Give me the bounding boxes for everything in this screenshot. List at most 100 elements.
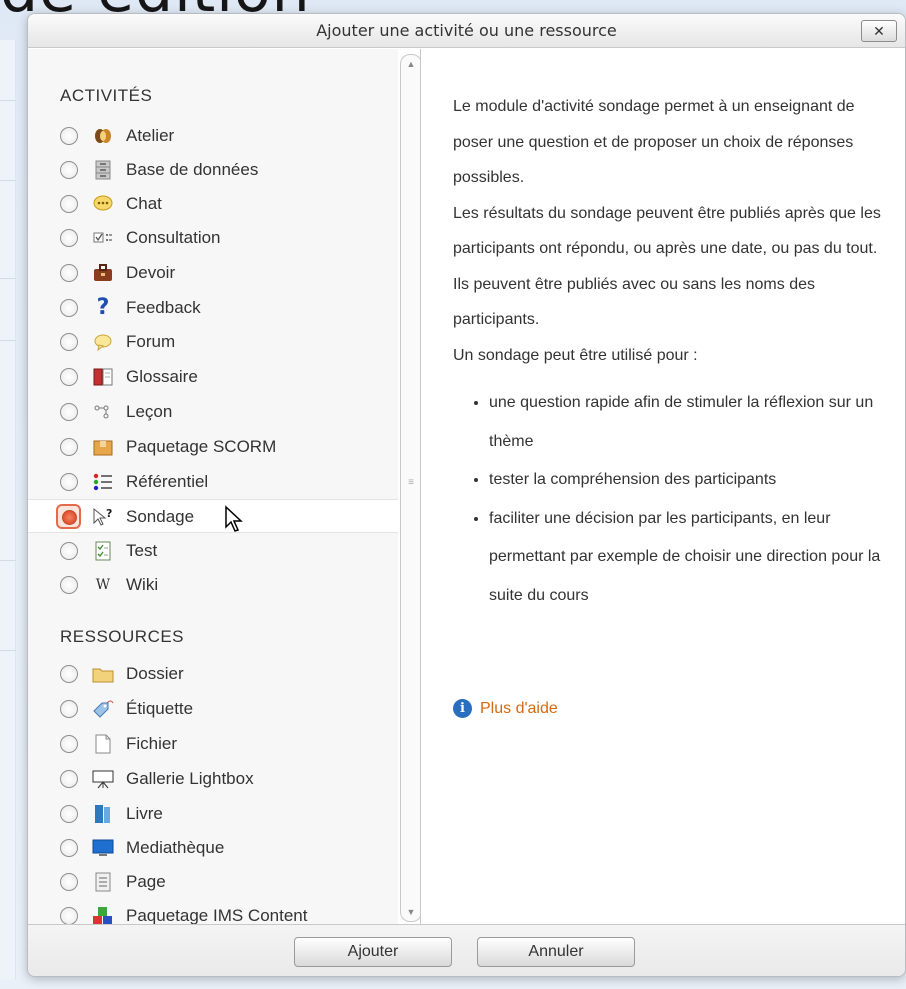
module-option-gallerie-lightbox[interactable]: Gallerie Lightbox	[28, 762, 398, 796]
glossary-icon	[92, 366, 114, 388]
quiz-icon	[92, 540, 114, 562]
radio-button[interactable]	[60, 403, 78, 421]
module-label: Glossaire	[126, 367, 198, 386]
module-label: Dossier	[126, 664, 184, 683]
description-usage-intro: Un sondage peut être utilisé pour :	[453, 346, 698, 364]
add-button[interactable]: Ajouter	[294, 937, 452, 967]
module-option-chat[interactable]: Chat	[28, 187, 398, 221]
info-icon: i	[453, 699, 472, 718]
module-label: Livre	[126, 804, 163, 823]
assignment-icon	[92, 262, 114, 284]
module-list-scrollbar[interactable]: ▲ ≡ ▼	[400, 54, 422, 922]
radio-button[interactable]	[60, 368, 78, 386]
module-option-ims-content[interactable]: Paquetage IMS Content	[28, 899, 398, 924]
module-description: Le module d'activité sondage permet à un…	[453, 89, 893, 615]
radio-button[interactable]	[60, 665, 78, 683]
module-option-mediatheque[interactable]: Mediathèque	[28, 831, 398, 865]
module-option-fichier[interactable]: Fichier	[28, 727, 398, 761]
module-option-glossaire[interactable]: Glossaire	[28, 360, 398, 394]
radio-button[interactable]	[60, 873, 78, 891]
module-label: Devoir	[126, 263, 176, 282]
module-label: Paquetage IMS Content	[126, 906, 308, 924]
module-option-feedback[interactable]: ? Feedback	[28, 291, 398, 325]
module-option-consultation[interactable]: Consultation	[28, 221, 398, 255]
media-library-icon	[92, 837, 114, 859]
file-icon	[92, 733, 114, 755]
module-label: Étiquette	[126, 699, 194, 718]
module-list: ACTIVITÉS Atelier Base de données Chat C…	[28, 49, 398, 924]
module-option-atelier[interactable]: Atelier	[28, 119, 398, 153]
label-icon	[92, 698, 114, 720]
radio-button[interactable]	[60, 700, 78, 718]
usage-list: une question rapide afin de stimuler la …	[453, 384, 893, 615]
module-label: Fichier	[126, 734, 178, 753]
radio-button[interactable]	[60, 907, 78, 924]
module-option-devoir[interactable]: Devoir	[28, 256, 398, 290]
module-label: Page	[126, 872, 166, 891]
module-label: Atelier	[126, 126, 175, 145]
description-details: Les résultats du sondage peuvent être pu…	[453, 204, 881, 329]
module-option-test[interactable]: Test	[28, 534, 398, 568]
wiki-icon: W	[95, 577, 111, 593]
svg-text:?: ?	[106, 507, 112, 520]
usage-list-item: une question rapide afin de stimuler la …	[489, 384, 893, 461]
module-label: Gallerie Lightbox	[126, 769, 254, 788]
scroll-up-arrow-icon[interactable]: ▲	[401, 57, 421, 71]
module-option-dossier[interactable]: Dossier	[28, 657, 398, 691]
close-button[interactable]: ✕	[861, 20, 897, 42]
radio-button[interactable]	[60, 299, 78, 317]
choice-icon: ?	[92, 506, 114, 528]
background-page-strip	[0, 40, 16, 980]
radio-button[interactable]	[60, 473, 78, 491]
module-label: Base de données	[126, 160, 259, 179]
scroll-down-arrow-icon[interactable]: ▼	[401, 905, 421, 919]
radio-button[interactable]	[60, 542, 78, 560]
radio-button[interactable]	[60, 438, 78, 456]
module-label: Feedback	[126, 298, 201, 317]
module-option-forum[interactable]: Forum	[28, 325, 398, 359]
more-help-link[interactable]: i Plus d'aide	[453, 699, 558, 718]
module-option-lecon[interactable]: Leçon	[28, 395, 398, 429]
module-option-sondage[interactable]: ? Sondage	[28, 499, 398, 533]
radio-button[interactable]	[60, 161, 78, 179]
workshop-icon	[92, 125, 114, 147]
module-label: Forum	[126, 332, 176, 351]
folder-icon	[92, 663, 114, 685]
cancel-button[interactable]: Annuler	[477, 937, 635, 967]
add-activity-dialog: Ajouter une activité ou une ressource ✕ …	[27, 13, 906, 977]
description-intro: Le module d'activité sondage permet à un…	[453, 98, 855, 186]
activities-section-label: ACTIVITÉS	[60, 86, 153, 105]
dialog-header: Ajouter une activité ou une ressource ✕	[28, 14, 905, 48]
module-option-page[interactable]: Page	[28, 865, 398, 899]
radio-button[interactable]	[60, 333, 78, 351]
module-option-referentiel[interactable]: Référentiel	[28, 465, 398, 499]
radio-button[interactable]	[60, 805, 78, 823]
module-option-etiquette[interactable]: Étiquette	[28, 692, 398, 726]
radio-button[interactable]	[60, 576, 78, 594]
module-label: Référentiel	[126, 472, 209, 491]
database-icon	[92, 159, 114, 181]
resources-section-label: RESSOURCES	[60, 627, 185, 646]
radio-button[interactable]	[60, 735, 78, 753]
module-label: Consultation	[126, 228, 221, 247]
radio-button[interactable]	[60, 127, 78, 145]
module-option-wiki[interactable]: W Wiki	[28, 568, 398, 602]
referential-icon	[92, 471, 114, 493]
module-label: Chat	[126, 194, 162, 213]
more-help-label[interactable]: Plus d'aide	[480, 700, 558, 718]
ims-package-icon	[92, 905, 114, 924]
module-option-database[interactable]: Base de données	[28, 153, 398, 187]
module-label: Paquetage SCORM	[126, 437, 277, 456]
module-option-livre[interactable]: Livre	[28, 797, 398, 831]
radio-button[interactable]	[60, 770, 78, 788]
module-option-scorm[interactable]: Paquetage SCORM	[28, 430, 398, 464]
radio-button[interactable]	[60, 839, 78, 857]
radio-button[interactable]	[60, 195, 78, 213]
radio-button-selected[interactable]	[56, 504, 81, 529]
usage-list-item: tester la compréhension des participants	[489, 461, 893, 500]
scroll-grip-icon[interactable]: ≡	[407, 477, 415, 489]
radio-button[interactable]	[60, 264, 78, 282]
module-label: Test	[126, 541, 158, 560]
chat-icon	[92, 193, 114, 215]
radio-button[interactable]	[60, 229, 78, 247]
